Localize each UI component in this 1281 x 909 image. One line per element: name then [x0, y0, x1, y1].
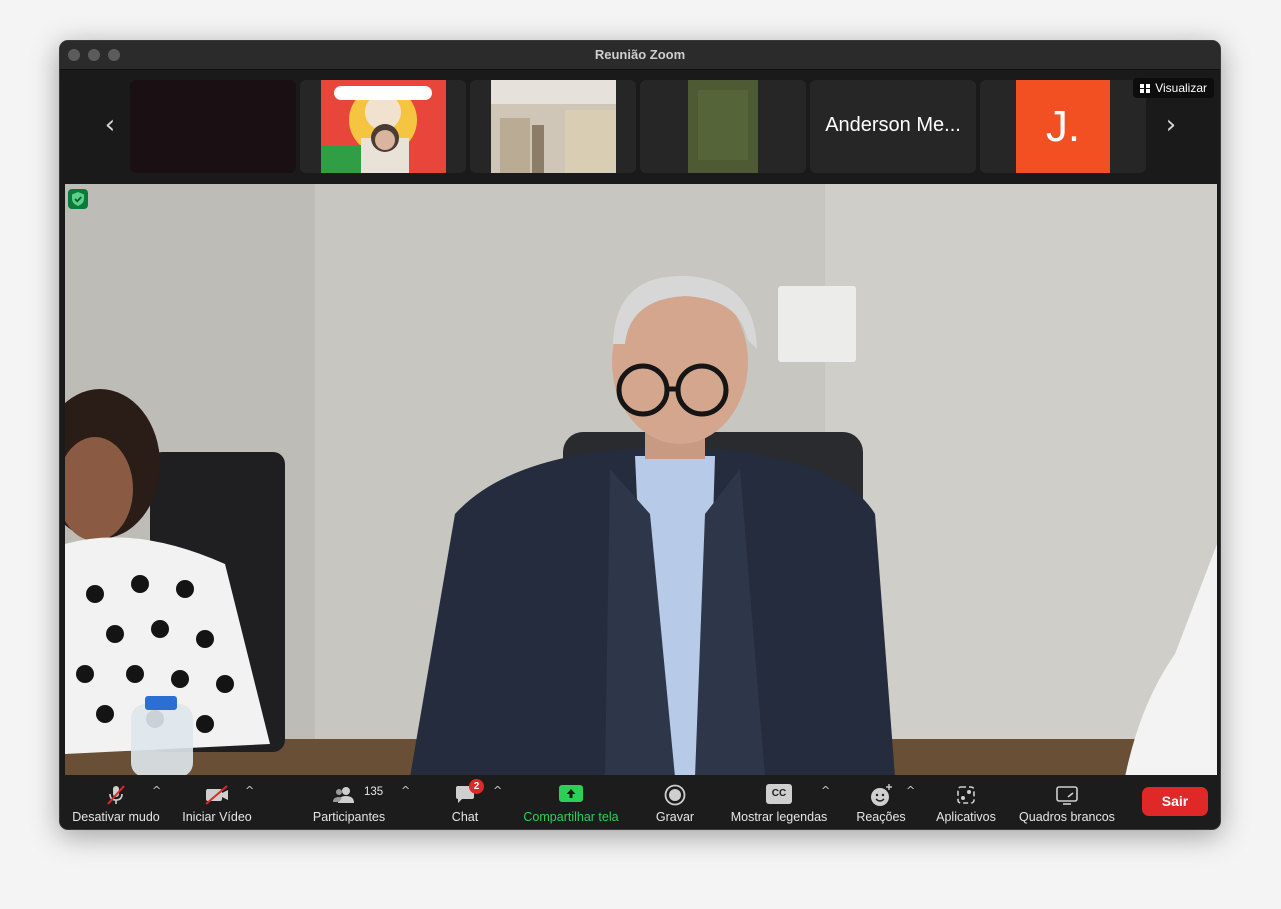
- chat-options-caret[interactable]: ^: [493, 784, 502, 797]
- participants-label: Participantes: [312, 810, 386, 824]
- whiteboard-icon: [1056, 786, 1078, 805]
- mic-muted-icon: [107, 785, 125, 805]
- chevron-right-icon[interactable]: ›: [1159, 110, 1183, 140]
- participant-name: Anderson Me...: [825, 114, 961, 136]
- chat-icon: 2: [453, 779, 484, 807]
- video-off-icon: [205, 785, 228, 805]
- avatar: J.: [1016, 80, 1110, 173]
- whiteboards-button[interactable]: Quadros brancos: [1014, 775, 1120, 829]
- grid-icon: [1140, 84, 1151, 93]
- start-video-label: Iniciar Vídeo: [182, 810, 252, 824]
- whiteboards-label: Quadros brancos: [1019, 810, 1115, 824]
- view-button-label: Visualizar: [1155, 81, 1207, 95]
- chevron-left-icon[interactable]: ‹: [98, 110, 122, 140]
- record-icon: [664, 784, 686, 806]
- share-screen-icon: [559, 785, 583, 802]
- record-button[interactable]: Gravar: [645, 775, 705, 829]
- zoom-window: Reunião Zoom ‹ Anderson Me... J. › Visua…: [59, 40, 1221, 830]
- participant-tile-2[interactable]: [300, 80, 466, 173]
- chat-label: Chat: [451, 810, 479, 824]
- unmute-button[interactable]: Desativar mudo: [66, 775, 166, 829]
- leave-meeting-button[interactable]: Sair: [1142, 787, 1208, 816]
- chat-button[interactable]: 2 Chat: [440, 775, 490, 829]
- show-captions-button[interactable]: CC Mostrar legendas: [726, 775, 832, 829]
- shield-check-icon: [68, 189, 88, 209]
- record-label: Gravar: [655, 810, 695, 824]
- video-feed: [65, 184, 1217, 777]
- reactions-options-caret[interactable]: ^: [906, 784, 915, 797]
- captions-options-caret[interactable]: ^: [821, 784, 830, 797]
- title-bar: Reunião Zoom: [60, 41, 1220, 70]
- apps-label: Aplicativos: [936, 810, 996, 824]
- share-screen-label: Compartilhar tela: [523, 810, 619, 824]
- share-screen-button[interactable]: Compartilhar tela: [515, 775, 627, 829]
- participant-tile-4[interactable]: [640, 80, 806, 173]
- window-title: Reunião Zoom: [594, 47, 686, 62]
- participant-tile-6[interactable]: J.: [980, 80, 1146, 173]
- captions-icon: CC: [766, 784, 792, 804]
- participants-button[interactable]: 135 Participantes: [306, 775, 392, 829]
- audio-options-caret[interactable]: ^: [152, 784, 161, 797]
- video-feed: [470, 80, 636, 173]
- apps-icon: [957, 786, 975, 804]
- gallery-strip: ‹ Anderson Me... J. › Visualizar: [60, 70, 1220, 182]
- apps-button[interactable]: Aplicativos: [930, 775, 1002, 829]
- show-captions-label: Mostrar legendas: [730, 810, 828, 824]
- reactions-button[interactable]: Reações: [850, 775, 912, 829]
- participants-count: 135: [364, 786, 384, 798]
- reactions-icon: [871, 784, 892, 806]
- video-feed: [640, 80, 806, 173]
- chat-unread-badge: 2: [469, 779, 484, 794]
- participants-options-caret[interactable]: ^: [401, 784, 410, 797]
- video-options-caret[interactable]: ^: [245, 784, 254, 797]
- reactions-label: Reações: [856, 810, 906, 824]
- meeting-toolbar: Desativar mudo ^ Iniciar Vídeo ^ 135 Par…: [60, 775, 1220, 829]
- active-speaker-video: [65, 184, 1217, 777]
- participant-tile-5[interactable]: Anderson Me...: [810, 80, 976, 173]
- video-feed: [130, 80, 296, 173]
- participant-tile-3[interactable]: [470, 80, 636, 173]
- unmute-label: Desativar mudo: [72, 810, 160, 824]
- participant-tile-1[interactable]: [130, 80, 296, 173]
- view-button[interactable]: Visualizar: [1133, 78, 1214, 98]
- video-feed: [300, 80, 466, 173]
